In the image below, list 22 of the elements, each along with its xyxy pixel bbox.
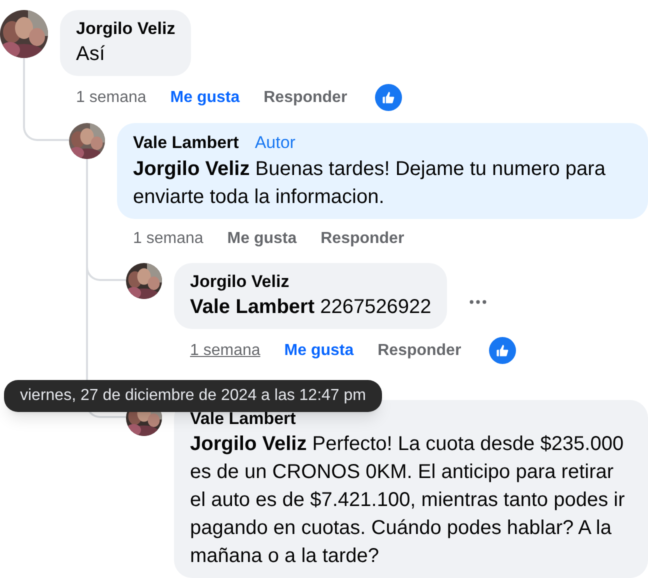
author-name[interactable]: Jorgilo Veliz (190, 271, 290, 293)
thread-connector (23, 123, 69, 141)
like-reaction-icon[interactable] (375, 84, 402, 111)
comment-time[interactable]: 1 semana (133, 227, 204, 251)
author-label: Autor (254, 132, 296, 154)
reply-button[interactable]: Responder (378, 338, 462, 362)
like-button[interactable]: Me gusta (284, 338, 354, 362)
like-button[interactable]: Me gusta (227, 227, 297, 251)
author-name[interactable]: Vale Lambert (133, 132, 239, 154)
comment-text: Así (76, 43, 105, 65)
comment-text: Jorgilo Veliz Buenas tardes! Dejame tu numero para enviarte toda la informacion. (133, 158, 606, 208)
comment-text: Vale Lambert 2267526922 (190, 296, 432, 318)
comment-time[interactable]: 1 semana (190, 338, 260, 362)
reply-button[interactable]: Responder (264, 86, 348, 110)
like-reaction-icon[interactable] (489, 337, 516, 364)
date-tooltip: viernes, 27 de diciembre de 2024 a las 12:47 pm (4, 380, 382, 412)
comment-time[interactable]: 1 semana (76, 86, 146, 110)
comment-text: Jorgilo Veliz Perfecto! La cuota desde $235.000 es de un CRONOS 0KM. El anticipo para retirar el auto es de $7.421.100, mientras tanto podes ir pagando en cuotas. Cuándo podes hablar? A la mañana o a la tarde? (190, 433, 625, 567)
author-name[interactable]: Jorgilo Veliz (76, 18, 176, 40)
thread-line (23, 58, 25, 123)
like-button[interactable]: Me gusta (170, 86, 240, 110)
reply-button[interactable]: Responder (320, 227, 404, 251)
